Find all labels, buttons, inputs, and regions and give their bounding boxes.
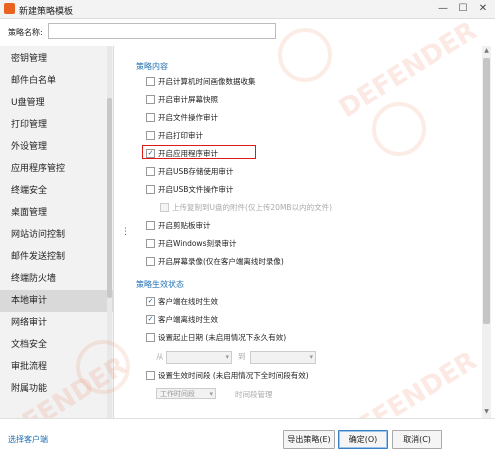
- ok-button[interactable]: 确定(O): [338, 430, 388, 449]
- sidebar-item-network-audit[interactable]: 网络审计: [0, 312, 113, 334]
- status-offline[interactable]: ✓ 客户端离线时生效: [146, 314, 218, 326]
- option-print-audit[interactable]: 开启打印审计: [146, 130, 203, 142]
- option-file-operation[interactable]: 开启文件操作审计: [146, 112, 218, 124]
- sidebar-item-mail-send-control[interactable]: 邮件发送控制: [0, 246, 113, 268]
- sidebar-scroll-thumb[interactable]: [107, 98, 112, 298]
- time-period-select[interactable]: 工作时间段 ▾: [156, 388, 216, 399]
- maximize-button[interactable]: ☐: [456, 2, 470, 16]
- cancel-button[interactable]: 取消(C): [392, 430, 442, 449]
- option-windows-burn[interactable]: 开启Windows刻录审计: [146, 238, 236, 250]
- status-time-period[interactable]: 设置生效时间段 (未启用情况下全时间段有效): [146, 370, 309, 382]
- sidebar-item-website-access[interactable]: 网站访问控制: [0, 224, 113, 246]
- sidebar: 密钥管理 邮件白名单 U盘管理 打印管理 外设管理 应用程序管控 终端安全 桌面…: [0, 46, 114, 418]
- end-date-picker[interactable]: ▾: [250, 351, 316, 364]
- chevron-down-icon: ▾: [209, 390, 213, 398]
- content-scrollbar[interactable]: ▲ ▼: [482, 46, 491, 418]
- dialog-footer: 选择客户端 导出策略(E) 确定(O) 取消(C): [0, 418, 495, 455]
- time-management-link[interactable]: 时间段管理: [235, 389, 273, 400]
- checkbox-icon[interactable]: [146, 130, 155, 140]
- sidebar-item-approval-flow[interactable]: 审批流程: [0, 356, 113, 378]
- section-title-policy-status: 策略生效状态: [136, 280, 184, 289]
- export-policy-button[interactable]: 导出策略(E): [283, 430, 335, 449]
- minimize-button[interactable]: —: [436, 2, 450, 16]
- sidebar-item-key-management[interactable]: 密钥管理: [0, 48, 113, 70]
- select-client-link[interactable]: 选择客户端: [8, 434, 48, 445]
- sidebar-item-desktop-management[interactable]: 桌面管理: [0, 202, 113, 224]
- option-usb-file[interactable]: 开启USB文件操作审计: [146, 184, 233, 196]
- option-screen-snapshot[interactable]: 开启审计屏幕快照: [146, 94, 218, 106]
- checkbox-checked-icon[interactable]: ✓: [146, 296, 155, 306]
- sidebar-item-local-audit[interactable]: 本地审计: [0, 290, 113, 312]
- checkbox-icon[interactable]: [146, 112, 155, 122]
- checkbox-icon[interactable]: [146, 370, 155, 380]
- sidebar-item-app-control[interactable]: 应用程序管控: [0, 158, 113, 180]
- option-usb-storage[interactable]: 开启USB存储使用审计: [146, 166, 233, 178]
- checkbox-disabled-icon: [160, 202, 169, 212]
- option-screen-recording[interactable]: 开启屏幕录像(仅在客户端离线时录像): [146, 256, 284, 268]
- sidebar-item-terminal-security[interactable]: 终端安全: [0, 180, 113, 202]
- close-button[interactable]: ✕: [476, 2, 490, 16]
- checkbox-checked-icon[interactable]: ✓: [146, 314, 155, 324]
- sidebar-item-terminal-firewall[interactable]: 终端防火墙: [0, 268, 113, 290]
- sidebar-item-auxiliary[interactable]: 附属功能: [0, 378, 113, 400]
- option-time-profile[interactable]: 开启计算机时间画像数据收集: [146, 76, 256, 88]
- chevron-down-icon: ▾: [309, 353, 313, 361]
- status-date-range[interactable]: 设置起止日期 (未启用情况下永久有效): [146, 332, 286, 344]
- checkbox-icon[interactable]: [146, 238, 155, 248]
- checkbox-icon[interactable]: [146, 184, 155, 194]
- app-icon: [4, 3, 15, 14]
- sidebar-item-document-security[interactable]: 文档安全: [0, 334, 113, 356]
- sidebar-item-peripheral-management[interactable]: 外设管理: [0, 136, 113, 158]
- scroll-down-icon[interactable]: ▼: [482, 408, 491, 415]
- checkbox-icon[interactable]: [146, 256, 155, 266]
- checkbox-icon[interactable]: [146, 166, 155, 176]
- date-to-label: 到: [238, 352, 246, 361]
- sidebar-item-usb-management[interactable]: U盘管理: [0, 92, 113, 114]
- checkbox-icon[interactable]: [146, 94, 155, 104]
- content-scroll-thumb[interactable]: [483, 58, 490, 324]
- highlight-box: [142, 145, 256, 159]
- chevron-down-icon: ▾: [225, 353, 229, 361]
- policy-content-panel: 策略内容 开启计算机时间画像数据收集 开启审计屏幕快照 开启文件操作审计 开启打…: [125, 46, 481, 418]
- pane-splitter[interactable]: ⋮: [114, 46, 130, 418]
- checkbox-icon[interactable]: [146, 332, 155, 342]
- option-clipboard[interactable]: 开启剪贴板审计: [146, 220, 211, 232]
- section-title-policy-content: 策略内容: [136, 62, 168, 71]
- status-online[interactable]: ✓ 客户端在线时生效: [146, 296, 218, 308]
- date-from-label: 从: [156, 352, 164, 361]
- scroll-up-icon[interactable]: ▲: [482, 47, 491, 54]
- checkbox-icon[interactable]: [146, 76, 155, 86]
- checkbox-icon[interactable]: [146, 220, 155, 230]
- policy-name-row: 策略名称:: [0, 19, 495, 45]
- sidebar-item-print-management[interactable]: 打印管理: [0, 114, 113, 136]
- sidebar-item-mail-whitelist[interactable]: 邮件白名单: [0, 70, 113, 92]
- policy-name-input[interactable]: [48, 23, 276, 39]
- option-upload-usb-attachment: 上传复制到U盘的附件(仅上传20MB以内的文件): [160, 202, 332, 214]
- start-date-picker[interactable]: ▾: [166, 351, 232, 364]
- policy-name-label: 策略名称:: [8, 28, 43, 37]
- window-title: 新建策略模板: [19, 7, 74, 17]
- title-bar: 新建策略模板 — ☐ ✕: [0, 0, 495, 19]
